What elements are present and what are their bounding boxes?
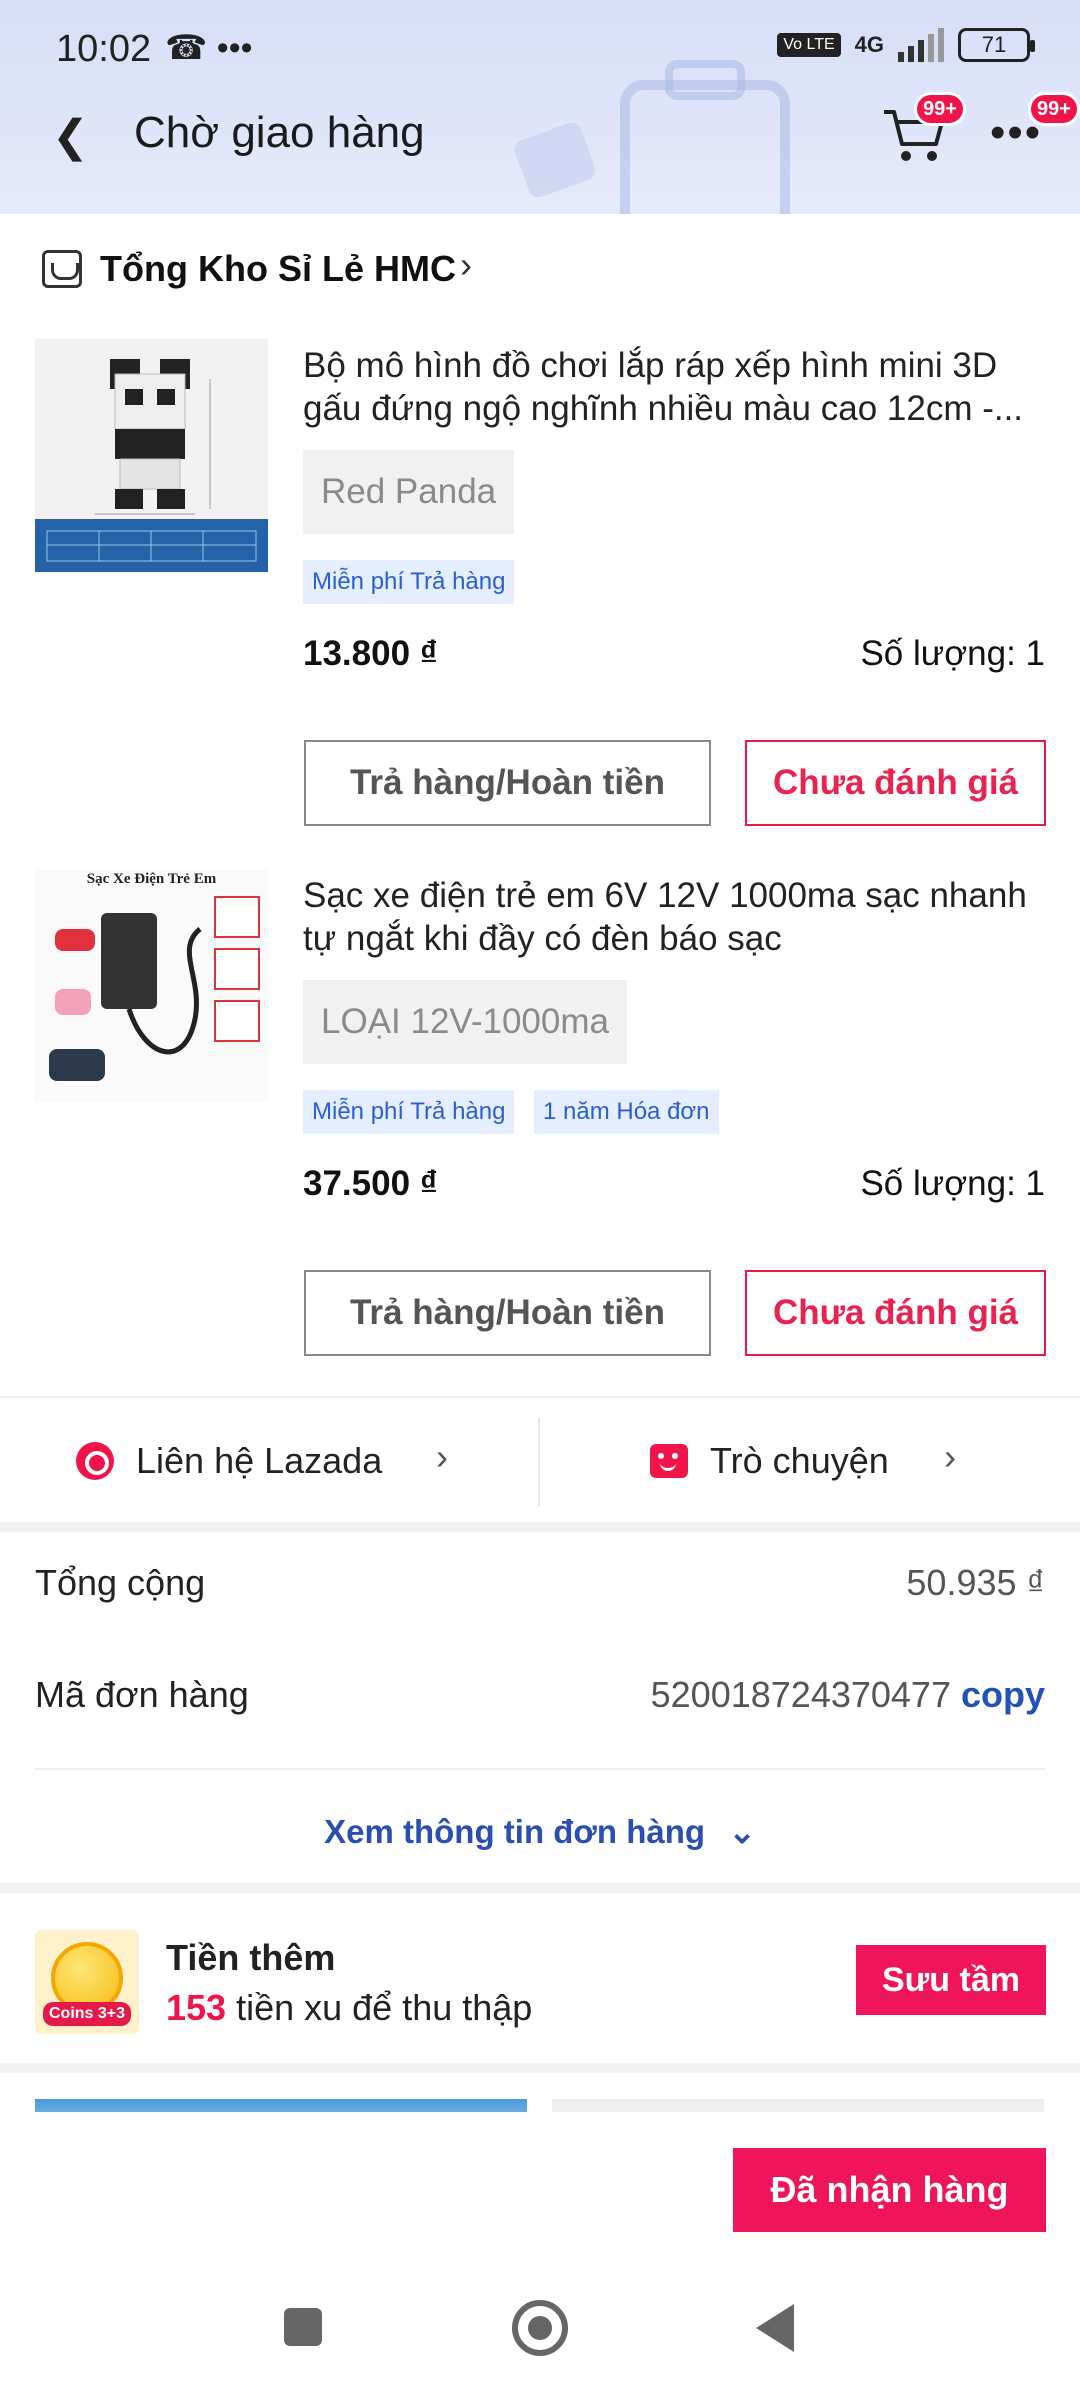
section-divider xyxy=(0,1522,1080,1532)
rate-button[interactable]: Chưa đánh giá xyxy=(745,740,1046,826)
shop-name: Tổng Kho Sỉ Lẻ HMC xyxy=(100,248,456,289)
chevron-down-icon: ⌄ xyxy=(728,1813,756,1850)
coins-section: Coins 3+3 Tiền thêm 153 tiền xu để thu t… xyxy=(0,1893,1080,2063)
order-id-label: Mã đơn hàng xyxy=(35,1674,249,1715)
home-icon[interactable] xyxy=(512,2300,568,2356)
system-indicators: Vo LTE 4G 71 xyxy=(777,28,1035,62)
view-order-info-label: Xem thông tin đơn hàng xyxy=(324,1813,706,1850)
back-icon[interactable]: ❮ xyxy=(52,112,92,162)
headset-icon xyxy=(76,1442,114,1480)
product-quantity: Số lượng: 1 xyxy=(860,1164,1045,1203)
product-item: Sạc Xe Điện Trẻ Em Sạc xe điện trẻ em 6V… xyxy=(0,854,1080,1396)
contact-lazada-button[interactable]: Liên hệ Lazada › xyxy=(0,1398,538,1526)
product-price: 13.800 ₫ xyxy=(303,634,438,673)
coins-icon-label: Coins 3+3 xyxy=(43,2002,131,2026)
contact-row: Liên hệ Lazada › Trò chuyện › xyxy=(0,1396,1080,1524)
product-price: 37.500 ₫ xyxy=(303,1164,438,1203)
view-order-info-button[interactable]: Xem thông tin đơn hàng ⌄ xyxy=(0,1812,1080,1851)
product-thumbnail[interactable] xyxy=(35,339,268,572)
invoice-tag: 1 năm Hóa đơn xyxy=(534,1090,719,1134)
decorative-clipboard xyxy=(620,80,790,214)
chevron-right-icon: › xyxy=(460,244,472,285)
panda-model-image xyxy=(35,339,268,572)
divider xyxy=(35,1768,1045,1770)
decorative-heart xyxy=(511,119,599,201)
total-label: Tổng cộng xyxy=(35,1562,206,1603)
return-refund-button[interactable]: Trả hàng/Hoàn tiền xyxy=(304,1270,711,1356)
header: 10:02 ☎ ••• Vo LTE 4G 71 ❮ Chờ giao hàng… xyxy=(0,0,1080,214)
return-refund-button[interactable]: Trả hàng/Hoàn tiền xyxy=(304,740,711,826)
store-icon xyxy=(42,250,82,288)
product-name[interactable]: Sạc xe điện trẻ em 6V 12V 1000ma sạc nha… xyxy=(303,874,1048,960)
product-variant: LOẠI 12V-1000ma xyxy=(303,980,627,1064)
chat-button[interactable]: Trò chuyện › xyxy=(540,1398,1080,1526)
recent-apps-icon[interactable] xyxy=(284,2308,322,2346)
section-divider xyxy=(0,1883,1080,1893)
chat-label: Trò chuyện xyxy=(710,1440,889,1481)
product-quantity: Số lượng: 1 xyxy=(860,634,1045,673)
free-return-tag: Miễn phí Trả hàng xyxy=(303,1090,515,1134)
system-navigation-bar xyxy=(0,2252,1080,2400)
network-type: 4G xyxy=(854,32,884,57)
product-thumbnail[interactable]: Sạc Xe Điện Trẻ Em xyxy=(35,869,268,1102)
chevron-right-icon: › xyxy=(436,1436,448,1477)
product-variant: Red Panda xyxy=(303,450,515,534)
contact-lazada-label: Liên hệ Lazada xyxy=(136,1440,383,1481)
status-notification-icons: ☎ ••• xyxy=(165,29,253,67)
thumbnail-caption: Sạc Xe Điện Trẻ Em xyxy=(86,871,217,887)
coins-title: Tiền thêm xyxy=(166,1937,336,1978)
volte-icon: Vo LTE xyxy=(777,33,841,57)
copy-button[interactable]: copy xyxy=(961,1674,1045,1715)
page-title: Chờ giao hàng xyxy=(134,108,425,157)
order-id-number: 520018724370477 xyxy=(650,1674,951,1715)
chevron-right-icon: › xyxy=(944,1436,956,1477)
order-id-value: 520018724370477 copy xyxy=(651,1674,1045,1716)
coins-description-text: tiền xu để thu thập xyxy=(226,1987,533,2028)
total-row: Tổng cộng 50.935 ₫ xyxy=(35,1562,1045,1622)
charger-image xyxy=(35,869,268,1102)
rate-button[interactable]: Chưa đánh giá xyxy=(745,1270,1046,1356)
coins-description: 153 tiền xu để thu thập xyxy=(166,1987,532,2029)
total-value: 50.935 ₫ xyxy=(906,1562,1045,1603)
free-return-tag: Miễn phí Trả hàng xyxy=(303,560,515,604)
product-name[interactable]: Bộ mô hình đồ chơi lắp ráp xếp hình mini… xyxy=(303,344,1048,430)
battery-icon: 71 xyxy=(958,28,1035,62)
status-time: 10:02 xyxy=(56,28,152,70)
coins-icon: Coins 3+3 xyxy=(35,1930,139,2034)
chat-icon xyxy=(650,1444,688,1478)
shop-row[interactable]: Tổng Kho Sỉ Lẻ HMC › xyxy=(0,214,1080,324)
cart-badge: 99+ xyxy=(914,92,966,126)
product-item: Bộ mô hình đồ chơi lắp ráp xếp hình mini… xyxy=(0,324,1080,854)
section-divider xyxy=(0,2063,1080,2073)
back-nav-icon[interactable] xyxy=(756,2304,794,2352)
status-bar: 10:02 ☎ ••• Vo LTE 4G 71 xyxy=(0,0,1080,96)
collect-coins-button[interactable]: Sưu tầm xyxy=(856,1945,1046,2015)
more-badge: 99+ xyxy=(1028,92,1080,126)
coins-count: 153 xyxy=(166,1987,227,2028)
confirm-received-button[interactable]: Đã nhận hàng xyxy=(733,2148,1046,2232)
order-id-row: Mã đơn hàng 520018724370477 copy xyxy=(35,1674,1045,1734)
signal-icon xyxy=(898,28,944,62)
